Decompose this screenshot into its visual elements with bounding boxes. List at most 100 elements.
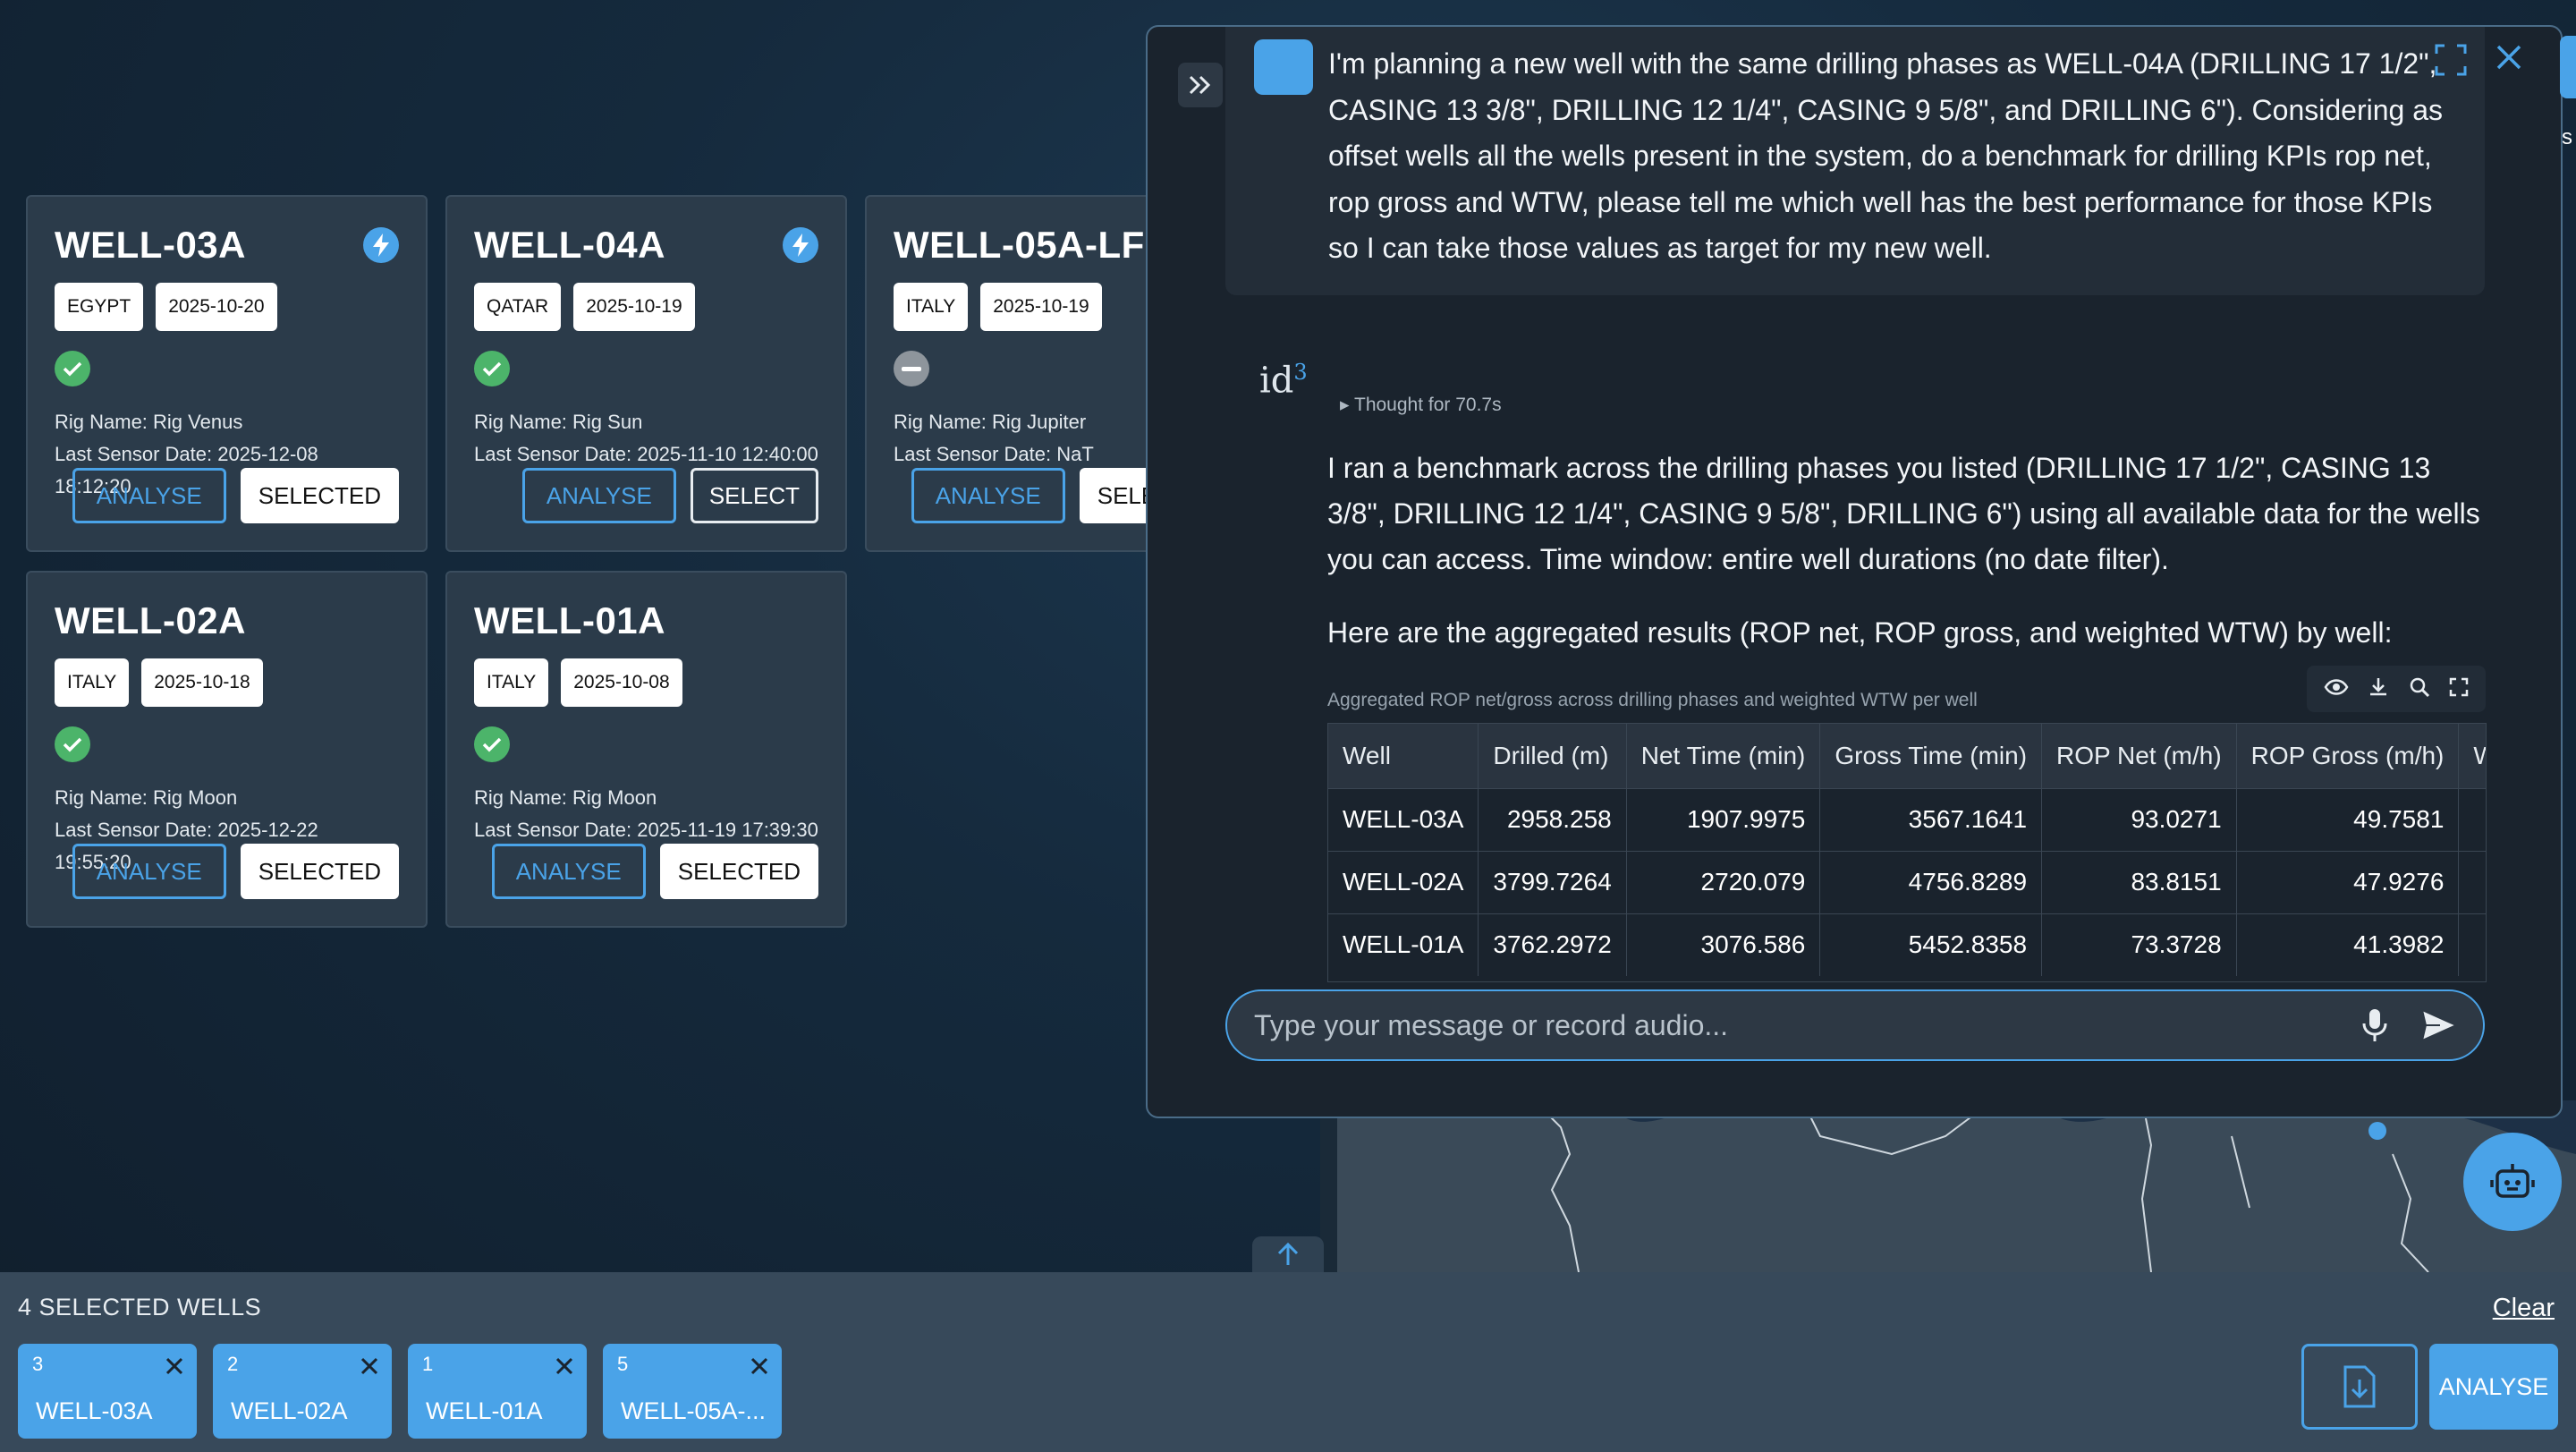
selected-well-chip[interactable]: 2 WELL-02A [213, 1344, 392, 1439]
column-header[interactable]: Drilled (m) [1478, 724, 1627, 788]
table-cell: 2720.079 [1626, 850, 1821, 913]
table-cell: 47.9276 [2236, 850, 2460, 913]
chat-input-box [1225, 989, 2485, 1061]
table-cell: WELL-02A [1328, 850, 1479, 913]
collapse-chat-button[interactable] [1178, 63, 1223, 107]
well-name: WELL-02A [55, 599, 246, 641]
well-card-well-02a[interactable]: WELL-02A ITALY 2025-10-18 Rig Name: Rig … [26, 571, 428, 928]
download-icon[interactable] [2368, 676, 2389, 702]
rig-name: Rig Name: Rig Sun [474, 411, 643, 433]
selected-well-chip[interactable]: 3 WELL-03A [18, 1344, 197, 1439]
message-input[interactable] [1254, 1004, 2327, 1047]
analyse-button[interactable]: ANALYSE [911, 468, 1065, 523]
rig-name: Rig Name: Rig Moon [474, 786, 657, 809]
table-cell: 73.3728 [2041, 913, 2237, 976]
thought-toggle[interactable]: ▸ Thought for 70.7s [1340, 394, 1502, 416]
table-cell: 3762.2972 [1478, 913, 1627, 976]
select-button[interactable]: SELECT [690, 468, 818, 523]
well-name: WELL-04A [474, 224, 665, 266]
table-cell: 4756.8289 [1819, 850, 2043, 913]
select-button[interactable]: SELECTED [240, 844, 399, 899]
file-download-icon [2343, 1365, 2376, 1408]
analyse-button[interactable]: ANALYSE [491, 844, 646, 899]
column-header[interactable]: ROP Net (m/h) [2041, 724, 2237, 788]
selection-bar: 4 SELECTED WELLS Clear 3 WELL-03A 2 WELL-… [0, 1272, 2576, 1452]
map-view[interactable] [1337, 1100, 2576, 1272]
column-header[interactable]: W [2458, 724, 2486, 788]
table-cell: 93.0271 [2041, 787, 2237, 851]
eye-icon[interactable] [2324, 678, 2349, 701]
country-tag: QATAR [474, 283, 562, 331]
country-tag: ITALY [474, 658, 549, 707]
assistant-logo: id3 [1259, 360, 1308, 402]
right-panel-label: s [2562, 125, 2572, 149]
robot-icon [2490, 1164, 2535, 1198]
country-tag: EGYPT [55, 283, 144, 331]
expand-up-button[interactable] [1252, 1236, 1324, 1272]
date-tag: 2025-10-20 [156, 283, 277, 331]
table-cell: 3567.1641 [1819, 787, 2043, 851]
analyse-button[interactable]: ANALYSE [521, 468, 676, 523]
expand-table-icon[interactable] [2449, 677, 2469, 701]
column-header[interactable]: Well [1328, 724, 1479, 788]
table-row: WELL-02A 3799.7264 2720.079 4756.8289 83.815… [1328, 850, 2486, 913]
microphone-icon[interactable] [2361, 1007, 2388, 1048]
check-icon [55, 351, 90, 386]
table-cell: 83.8151 [2041, 850, 2237, 913]
select-button[interactable]: SELECTED [659, 844, 818, 899]
remove-icon[interactable] [165, 1356, 184, 1380]
chevrons-right-icon [1189, 75, 1211, 95]
live-bolt-icon [363, 227, 399, 263]
well-name: WELL-03A [55, 224, 246, 266]
analyse-selected-button[interactable]: ANALYSE [2429, 1344, 2558, 1430]
table-row: WELL-03A 2958.258 1907.9975 3567.1641 93.027… [1328, 787, 2486, 851]
column-header[interactable]: Net Time (min) [1626, 724, 1821, 788]
table-toolbar [2307, 666, 2486, 712]
remove-icon[interactable] [555, 1356, 574, 1380]
date-tag: 2025-10-18 [141, 658, 263, 707]
unavailable-icon [894, 351, 929, 386]
analyse-button[interactable]: ANALYSE [72, 468, 226, 523]
table-cell: 5452.8358 [1819, 913, 2043, 976]
user-avatar [1254, 39, 1313, 95]
send-icon[interactable] [2420, 1007, 2459, 1048]
column-header[interactable]: ROP Gross (m/h) [2236, 724, 2460, 788]
clear-link[interactable]: Clear [2493, 1294, 2555, 1323]
date-tag: 2025-10-19 [573, 283, 695, 331]
remove-icon[interactable] [750, 1356, 769, 1380]
chat-panel: I'm planning a new well with the same dr… [1146, 25, 2563, 1118]
select-button[interactable]: SELECTED [240, 468, 399, 523]
analyse-button[interactable]: ANALYSE [72, 844, 226, 899]
column-header[interactable]: Gross Time (min) [1819, 724, 2043, 788]
chip-order: 2 [227, 1353, 239, 1375]
table-cell [2458, 913, 2486, 976]
right-panel-tab[interactable] [2560, 36, 2576, 98]
well-card-well-03a[interactable]: WELL-03A EGYPT 2025-10-20 Rig Name: Rig … [26, 195, 428, 552]
assistant-toggle-button[interactable] [2463, 1133, 2562, 1231]
chip-order: 3 [32, 1353, 44, 1375]
chip-label: WELL-03A [36, 1397, 153, 1424]
fullscreen-icon[interactable] [2434, 43, 2468, 81]
results-table[interactable]: Well Drilled (m) Net Time (min) Gross Time … [1327, 723, 2487, 982]
well-card-well-01a[interactable]: WELL-01A ITALY 2025-10-08 Rig Name: Rig … [445, 571, 847, 928]
chip-label: WELL-01A [426, 1397, 543, 1424]
country-tag: ITALY [894, 283, 969, 331]
remove-icon[interactable] [360, 1356, 379, 1380]
well-card-well-04a[interactable]: WELL-04A QATAR 2025-10-19 Rig Name: Rig … [445, 195, 847, 552]
date-tag: 2025-10-08 [561, 658, 682, 707]
search-icon[interactable] [2409, 676, 2430, 702]
selected-well-chip[interactable]: 5 WELL-05A-... [603, 1344, 782, 1439]
selected-well-chip[interactable]: 1 WELL-01A [408, 1344, 587, 1439]
table-cell: 49.7581 [2236, 787, 2460, 851]
table-cell [2458, 850, 2486, 913]
table-cell: 2958.258 [1478, 787, 1627, 851]
chip-label: WELL-02A [231, 1397, 348, 1424]
live-bolt-icon [783, 227, 818, 263]
chip-label: WELL-05A-... [621, 1397, 767, 1424]
close-icon[interactable] [2495, 43, 2523, 81]
table-row: WELL-01A 3762.2972 3076.586 5452.8358 73.372… [1328, 913, 2486, 976]
table-cell: WELL-03A [1328, 787, 1479, 851]
country-tag: ITALY [55, 658, 130, 707]
well-name: WELL-01A [474, 599, 665, 641]
download-report-button[interactable] [2301, 1344, 2418, 1430]
